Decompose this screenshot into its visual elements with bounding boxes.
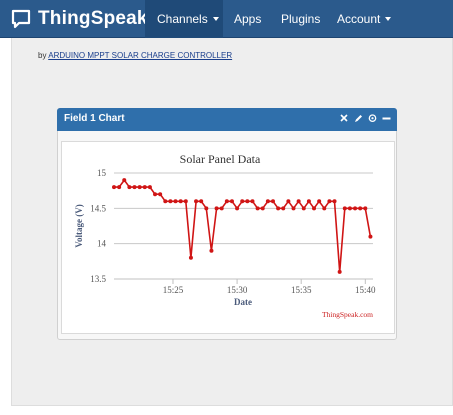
close-icon[interactable] <box>339 112 349 124</box>
data-point <box>353 206 358 211</box>
chart-credit: ThingSpeak.com <box>322 310 373 319</box>
chevron-down-icon <box>212 17 219 21</box>
data-point <box>163 199 168 204</box>
data-point <box>127 185 132 190</box>
nav-channels-label: Channels <box>157 12 208 26</box>
edit-icon[interactable] <box>353 112 363 124</box>
data-point <box>317 199 322 204</box>
chart-container: 15 14.5 14 13.5 15:25 15:30 15:35 15:40 Solar Pa… <box>61 141 395 334</box>
data-point <box>301 206 306 211</box>
byline-prefix: by <box>38 51 47 60</box>
data-point <box>122 178 127 183</box>
data-point <box>137 185 142 190</box>
data-point <box>281 206 286 211</box>
data-point <box>224 199 229 204</box>
data-point <box>368 234 373 239</box>
x-tick-label: 15:25 <box>163 285 184 295</box>
data-point <box>332 199 337 204</box>
channel-author-link[interactable]: ARDUINO MPPT SOLAR CHARGE CONTROLLER <box>48 51 232 60</box>
data-point <box>117 185 122 190</box>
data-point <box>214 206 219 211</box>
data-point <box>199 199 204 204</box>
nav-plugins[interactable]: Plugins <box>269 0 332 38</box>
data-point <box>240 199 245 204</box>
minimize-icon[interactable] <box>381 112 391 124</box>
chart-title: Solar Panel Data <box>180 152 261 166</box>
data-point <box>204 206 209 211</box>
data-point <box>276 206 281 211</box>
data-point <box>219 206 224 211</box>
data-point <box>142 185 147 190</box>
data-point <box>347 206 352 211</box>
data-point <box>194 199 199 204</box>
chat-bubble-logo-icon <box>11 9 31 29</box>
nav-apps[interactable]: Apps <box>222 0 273 38</box>
data-point <box>158 192 163 197</box>
x-axis-title: Date <box>234 297 252 307</box>
data-point <box>250 199 255 204</box>
x-tick-label: 15:35 <box>291 285 312 295</box>
data-point <box>245 199 250 204</box>
data-point <box>255 206 260 211</box>
data-point <box>265 199 270 204</box>
data-point <box>296 199 301 204</box>
data-point <box>306 199 311 204</box>
data-point <box>286 199 291 204</box>
data-point <box>337 269 342 274</box>
data-point <box>291 206 296 211</box>
nav-account-label: Account <box>337 12 381 26</box>
nav-apps-label: Apps <box>234 12 262 26</box>
data-point <box>112 185 116 190</box>
data-point <box>183 199 188 204</box>
y-tick-label: 14.5 <box>90 203 106 213</box>
data-point <box>209 248 214 253</box>
data-point <box>173 199 178 204</box>
brand-logo[interactable]: ThingSpeak <box>10 0 148 38</box>
nav-plugins-label: Plugins <box>281 12 321 26</box>
panel-tools <box>339 112 391 124</box>
channel-byline: by ARDUINO MPPT SOLAR CHARGE CONTROLLER <box>38 51 232 60</box>
nav-channels[interactable]: Channels <box>145 0 223 38</box>
panel-header: Field 1 Chart <box>57 108 397 131</box>
nav-account[interactable]: Account <box>325 0 403 38</box>
series-line <box>114 178 372 272</box>
comment-icon[interactable] <box>367 112 377 124</box>
y-axis-title: Voltage (V) <box>74 204 84 247</box>
data-point <box>342 206 347 211</box>
voltage-line-chart: 15 14.5 14 13.5 15:25 15:30 15:35 15:40 Solar Pa… <box>74 152 376 319</box>
data-point <box>260 206 265 211</box>
data-point <box>147 185 152 190</box>
data-point <box>363 206 368 211</box>
data-point <box>153 192 158 197</box>
brand-name: ThingSpeak <box>38 8 148 29</box>
data-point <box>322 206 327 211</box>
y-tick-label: 14 <box>97 239 107 249</box>
top-navbar: ThingSpeak Channels Apps Plugins Account <box>0 0 453 38</box>
data-point <box>270 199 275 204</box>
y-tick-label: 15 <box>97 168 107 178</box>
x-tick-label: 15:40 <box>355 285 376 295</box>
data-point <box>229 199 234 204</box>
y-tick-label: 13.5 <box>90 274 106 284</box>
data-point <box>188 255 193 260</box>
data-point <box>358 206 363 211</box>
data-point <box>168 199 173 204</box>
data-point <box>327 199 332 204</box>
x-tick-label: 15:30 <box>227 285 248 295</box>
chevron-down-icon <box>385 17 392 21</box>
data-point <box>312 206 317 211</box>
data-point <box>178 199 183 204</box>
data-point <box>235 206 240 211</box>
panel-title: Field 1 Chart <box>64 113 125 124</box>
data-point <box>132 185 137 190</box>
